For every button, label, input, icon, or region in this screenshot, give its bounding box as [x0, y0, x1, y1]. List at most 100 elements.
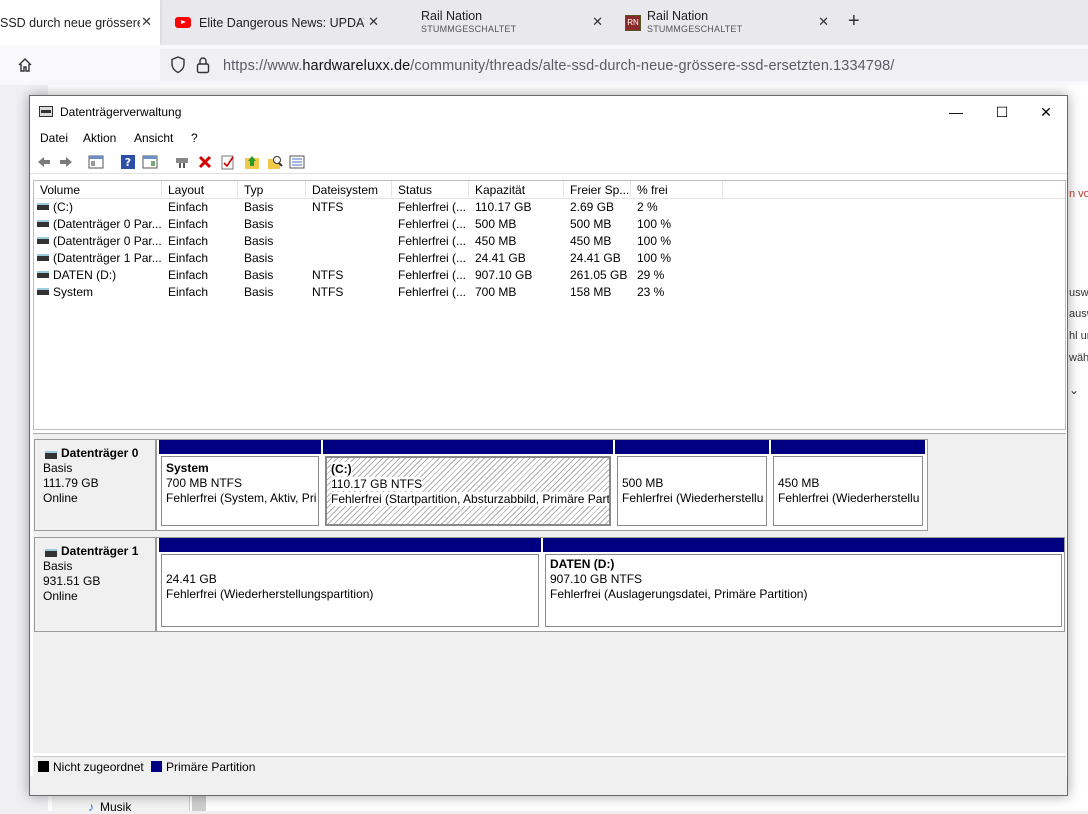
volume-cell: 100 % [637, 217, 672, 231]
column-freier-speicher[interactable]: Freier Sp... [564, 181, 631, 197]
volume-cell: 450 MB [570, 234, 612, 248]
partition-c[interactable]: (C:) 110.17 GB NTFS Fehlerfrei (Startpar… [323, 440, 613, 528]
volume-row[interactable]: System Einfach Basis NTFS Fehlerfrei (... 700… [34, 284, 1065, 301]
volume-cell: (Datenträger 0 Par... [53, 217, 161, 231]
tab-close-icon[interactable]: ✕ [368, 14, 379, 30]
tab-close-icon[interactable]: ✕ [818, 14, 829, 30]
search-folder-icon[interactable] [267, 154, 283, 170]
volume-cell: 500 MB [475, 217, 517, 231]
forward-icon[interactable] [58, 154, 74, 170]
menu-ansicht[interactable]: Ansicht [134, 131, 173, 145]
column-dateisystem[interactable]: Dateisystem [306, 181, 392, 197]
partition-bar [543, 538, 1064, 552]
partition-recovery-500[interactable]: 500 MB Fehlerfrei (Wiederherstellu [615, 440, 769, 528]
tab-title: Rail Nation [421, 9, 483, 23]
column-status[interactable]: Status [392, 181, 469, 197]
url-text[interactable]: https://www.hardwareluxx.de/community/th… [223, 58, 894, 74]
partition-bar [159, 440, 321, 454]
disk-name: Datenträger 0 [43, 446, 155, 461]
url-bar[interactable]: https://www.hardwareluxx.de/community/th… [160, 49, 1088, 81]
partition-daten-d[interactable]: DATEN (D:) 907.10 GB NTFS Fehlerfrei (Au… [543, 538, 1064, 629]
volume-cell: Fehlerfrei (... [398, 268, 467, 282]
disk-0-partitions: System 700 MB NTFS Fehlerfrei (System, A… [156, 439, 928, 531]
tab-close-icon[interactable]: ✕ [141, 14, 152, 30]
music-icon: ♪ [88, 800, 94, 814]
maximize-button[interactable]: ☐ [979, 96, 1025, 128]
chevron-down-icon[interactable]: ⌄ [1069, 383, 1079, 397]
volume-icon [37, 220, 49, 227]
lock-icon[interactable] [196, 56, 210, 77]
volume-cell: Einfach [168, 285, 209, 299]
tab-rail-nation-2[interactable]: RN Rail Nation STUMMGESCHALTET ✕ [615, 0, 837, 45]
disk-1-partitions: 24.41 GB Fehlerfrei (Wiederherstellungsp… [156, 537, 1065, 632]
column-typ[interactable]: Typ [238, 181, 306, 197]
list-view-icon[interactable] [289, 154, 305, 170]
column-volume[interactable]: Volume [34, 181, 162, 197]
tab-hardwareluxx[interactable]: SSD durch neue grössere SSD ✕ [0, 0, 160, 45]
partition-size: 500 MB [622, 476, 664, 490]
tab-rail-nation-1[interactable]: Rail Nation STUMMGESCHALTET ✕ [411, 0, 611, 45]
partition-system[interactable]: System 700 MB NTFS Fehlerfrei (System, A… [159, 440, 321, 528]
sidebar-item-musik[interactable]: ♪ Musik [88, 800, 131, 814]
tab-title: Rail Nation [647, 9, 709, 23]
volume-cell: Basis [244, 234, 274, 248]
volume-row[interactable]: (C:) Einfach Basis NTFS Fehlerfrei (... 110.1… [34, 199, 1065, 216]
url-prefix: https://www. [223, 58, 303, 74]
volume-cell: 500 MB [570, 217, 612, 231]
back-icon[interactable] [36, 154, 52, 170]
volume-cell: 158 MB [570, 285, 612, 299]
close-button[interactable]: ✕ [1023, 96, 1069, 128]
window-titlebar[interactable]: Datenträgerverwaltung — ☐ ✕ [30, 96, 1067, 128]
tab-elite-dangerous[interactable]: Elite Dangerous News: UPDATE ✕ [165, 0, 387, 45]
check-icon[interactable] [220, 154, 236, 170]
volume-icon [37, 254, 49, 261]
disk-0-label[interactable]: Datenträger 0 Basis 111.79 GB Online [34, 439, 156, 531]
partition-bar [323, 440, 613, 454]
new-tab-button[interactable]: + [848, 10, 860, 33]
volume-cell: Einfach [168, 251, 209, 265]
delete-icon[interactable] [197, 154, 213, 170]
shield-icon[interactable] [170, 56, 186, 77]
menu-aktion[interactable]: Aktion [83, 131, 116, 145]
tab-title: SSD durch neue grössere SSD [0, 15, 140, 30]
legend-swatch-unallocated [38, 761, 49, 772]
volume-cell: Fehlerfrei (... [398, 285, 467, 299]
partition-recovery-450[interactable]: 450 MB Fehlerfrei (Wiederherstellu [771, 440, 925, 528]
volume-row[interactable]: DATEN (D:) Einfach Basis NTFS Fehlerfrei (..… [34, 267, 1065, 284]
legend: Nicht zugeordnet Primäre Partition [33, 756, 1066, 776]
console-tree-icon[interactable] [88, 154, 104, 170]
partition-status: Fehlerfrei (Startpartition, Absturzabbil… [331, 492, 610, 506]
volume-cell: 100 % [637, 234, 672, 248]
column-kapazitaet[interactable]: Kapazität [469, 181, 564, 197]
partition-bar [159, 538, 541, 552]
partition-recovery-24[interactable]: 24.41 GB Fehlerfrei (Wiederherstellungsp… [159, 538, 541, 629]
webpage-right-edge: n vo uswä auswä hl un wähl ⌄ [1066, 155, 1088, 405]
window-title: Datenträgerverwaltung [60, 105, 182, 119]
disk-1-label[interactable]: Datenträger 1 Basis 931.51 GB Online [34, 537, 156, 632]
minimize-button[interactable]: — [933, 96, 979, 128]
menu-datei[interactable]: Datei [40, 131, 68, 145]
disk-management-window: Datenträgerverwaltung — ☐ ✕ Datei Aktion… [29, 95, 1068, 796]
partition-name: (C:) [331, 462, 352, 476]
help-icon[interactable]: ? [120, 154, 136, 170]
tab-close-icon[interactable]: ✕ [592, 14, 603, 30]
menu-help[interactable]: ? [191, 131, 198, 145]
partition-bar [615, 440, 769, 454]
volume-cell: Basis [244, 200, 274, 214]
volume-cell: (Datenträger 1 Par... [53, 251, 161, 265]
home-icon[interactable] [17, 57, 33, 76]
volume-cell: Einfach [168, 268, 209, 282]
partition-size: 700 MB NTFS [166, 476, 243, 490]
up-folder-icon[interactable] [244, 154, 260, 170]
partition-box: System 700 MB NTFS Fehlerfrei (System, A… [161, 456, 319, 526]
connect-icon[interactable] [174, 154, 190, 170]
volume-row[interactable]: (Datenträger 0 Par... Einfach Basis Fehlerf… [34, 216, 1065, 233]
volume-row[interactable]: (Datenträger 1 Par... Einfach Basis Fehlerf… [34, 250, 1065, 267]
column-layout[interactable]: Layout [162, 181, 238, 197]
column-prozent-frei[interactable]: % frei [631, 181, 723, 197]
properties-view-icon[interactable] [142, 154, 158, 170]
volume-cell: NTFS [312, 268, 344, 282]
volume-row[interactable]: (Datenträger 0 Par... Einfach Basis Fehlerf… [34, 233, 1065, 250]
partition-name: DATEN (D:) [550, 557, 615, 571]
volume-cell: 907.10 GB [475, 268, 533, 282]
